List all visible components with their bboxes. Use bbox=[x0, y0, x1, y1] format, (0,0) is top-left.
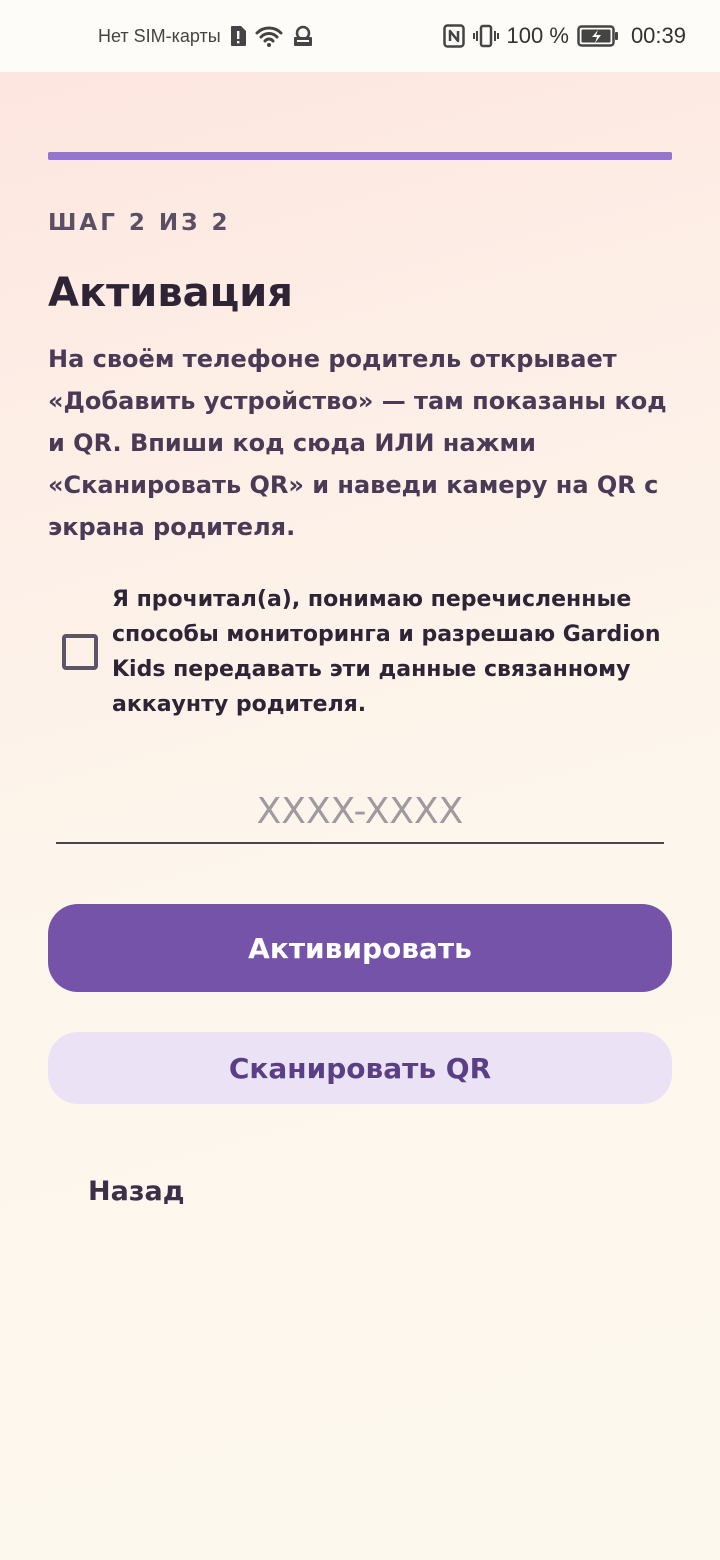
status-bar-left: Нет SIM-карты bbox=[98, 25, 315, 47]
sim-alert-icon bbox=[229, 25, 247, 47]
instructions-text: На своём телефоне родитель открывает «До… bbox=[48, 345, 667, 541]
vpn-icon bbox=[291, 25, 315, 47]
vibrate-icon bbox=[472, 24, 499, 48]
scan-qr-button[interactable]: Сканировать QR bbox=[48, 1032, 672, 1104]
clock: 00:39 bbox=[630, 23, 686, 48]
back-button[interactable]: Назад bbox=[88, 1176, 185, 1207]
page-title: Активация bbox=[48, 270, 293, 316]
consent-label: Я прочитал(а), понимаю перечисленные спо… bbox=[112, 587, 661, 717]
step-progress-fill bbox=[48, 152, 672, 160]
activate-button[interactable]: Активировать bbox=[48, 904, 672, 992]
step-indicator: ШАГ 2 ИЗ 2 bbox=[48, 210, 231, 236]
activation-code-input[interactable] bbox=[56, 780, 664, 844]
consent-row[interactable]: Я прочитал(а), понимаю перечисленные спо… bbox=[62, 582, 672, 722]
carrier-label: Нет SIM-карты bbox=[98, 25, 221, 46]
consent-checkbox[interactable] bbox=[62, 634, 98, 670]
battery-percent: 100 % bbox=[506, 23, 569, 48]
status-bar-right: 100 % 00:39 bbox=[442, 23, 686, 49]
step-progress-bar bbox=[48, 152, 672, 160]
nfc-icon bbox=[442, 24, 465, 48]
status-bar: Нет SIM-карты 100 % 00:39 bbox=[0, 0, 720, 72]
wifi-icon bbox=[255, 25, 283, 47]
battery-charging-icon bbox=[577, 25, 619, 47]
